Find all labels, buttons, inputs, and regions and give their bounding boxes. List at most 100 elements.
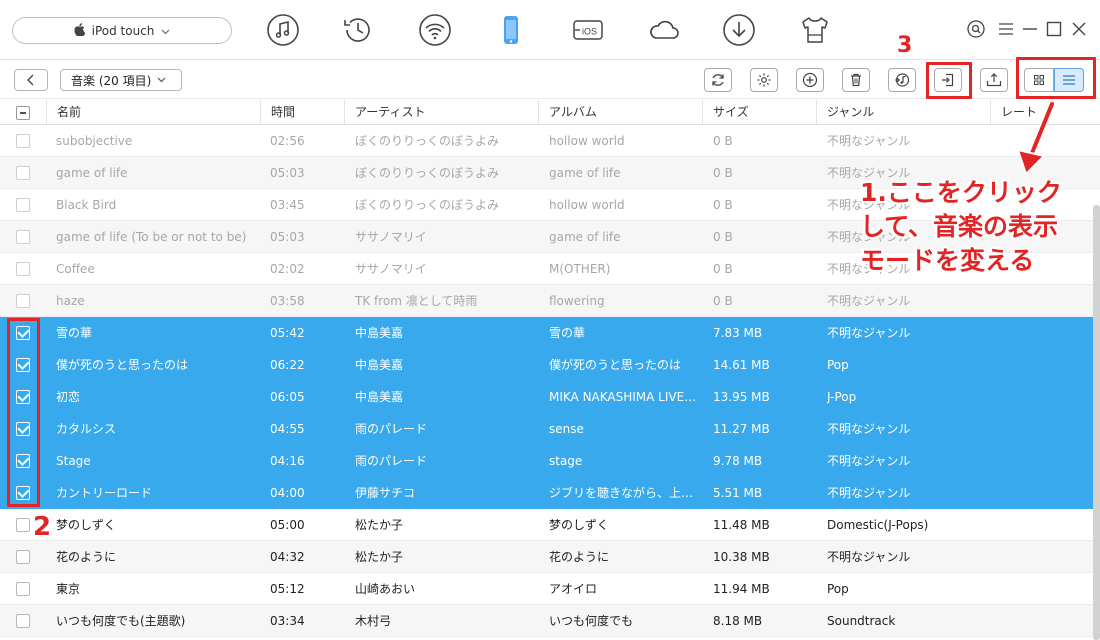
column-header-artist[interactable]: アーティスト [344,100,538,125]
row-checkbox[interactable] [16,390,30,404]
row-checkbox[interactable] [16,358,30,372]
table-row[interactable]: いつも何度でも(主題歌) 03:34 木村弓 いつも何度でも 8.18 MB Soundt… [0,605,1100,637]
row-checkbox[interactable] [16,198,30,212]
cell-genre: 不明なジャンル [827,134,911,148]
device-selector[interactable]: iPod touch [12,17,232,44]
cell-genre: 不明なジャンル [827,486,911,500]
table-row[interactable]: haze 03:58 TK from 凛として時雨 flowering 0 B 不明なジャ… [0,285,1100,317]
category-selector[interactable]: 音楽 (20 項目) [60,69,182,91]
column-header-genre[interactable]: ジャンル [816,100,990,125]
column-header-time[interactable]: 時間 [260,100,344,125]
table-row[interactable]: 僕が死のうと思ったのは 06:22 中島美嘉 僕が死のうと思ったのは 14.61 MB P… [0,349,1100,381]
table-row[interactable]: 梦のしずく 05:00 松たか子 梦のしずく 11.48 MB Domestic(J-Po… [0,509,1100,541]
ios-icon[interactable]: iOS [570,12,606,48]
cell-album: 雪の華 [549,326,586,340]
settings-button[interactable] [750,68,778,92]
category-label: 音楽 (20 項目) [71,73,152,88]
maximize-icon[interactable] [1045,20,1063,38]
table-row[interactable]: 東京 05:12 山崎あおい アオイロ 11.94 MB Pop [0,573,1100,605]
cell-name: Coffee [56,262,95,276]
music-icon[interactable] [265,12,301,48]
table-row[interactable]: 初恋 06:05 中島美嘉 MIKA NAKASHIMA LIVE I... 13.95… [0,381,1100,413]
cell-artist: TK from 凛として時雨 [355,294,478,308]
cell-name: Black Bird [56,198,117,212]
delete-button[interactable] [842,68,870,92]
row-checkbox[interactable] [16,134,30,148]
cell-album: stage [549,454,583,468]
minimize-icon[interactable] [1021,20,1039,38]
cell-genre: Pop [827,358,849,372]
row-checkbox[interactable] [16,166,30,180]
cell-size: 10.38 MB [713,550,770,564]
cell-album: 花のように [549,550,610,564]
table-row[interactable]: Stage 04:16 雨のパレード stage 9.78 MB 不明なジャンル [0,445,1100,477]
cell-album: M(OTHER) [549,262,611,276]
cell-name: カタルシス [56,422,117,436]
cell-time: 05:03 [270,166,305,180]
row-checkbox[interactable] [16,582,30,596]
export-to-itunes-button[interactable] [888,68,916,92]
row-checkbox[interactable] [16,550,30,564]
table-row[interactable]: 花のように 04:32 松たか子 花のように 10.38 MB 不明なジャンル [0,541,1100,573]
table-row[interactable]: 雪の華 05:42 中島美嘉 雪の華 7.83 MB 不明なジャンル [0,317,1100,349]
cell-album: 僕が死のうと思ったのは [549,358,682,372]
import-button[interactable] [980,68,1008,92]
row-checkbox[interactable] [16,614,30,628]
cell-genre: 不明なジャンル [827,422,911,436]
cell-artist: 松たか子 [355,518,404,532]
phone-icon[interactable] [493,12,529,48]
table-row[interactable]: subobjective 02:56 ぼくのりりっくのぼうよみ hollow worl… [0,125,1100,157]
cloud-icon[interactable] [646,12,682,48]
history-icon[interactable] [340,12,376,48]
gear-icon [757,73,771,87]
grid-view-button[interactable] [1024,68,1054,92]
cell-name: カントリーロード [56,486,153,500]
cell-name: 花のように [56,550,117,564]
annotation-step-1: 1.ここをクリック して、音楽の表示 モードを変える [860,178,1062,275]
row-checkbox[interactable] [16,422,30,436]
cell-time: 03:34 [270,614,305,628]
scrollbar[interactable] [1093,205,1100,640]
export-icon [942,73,954,87]
row-checkbox[interactable] [16,230,30,244]
close-icon[interactable] [1070,20,1088,38]
download-icon[interactable] [721,12,757,48]
cell-name: 雪の華 [56,326,93,340]
cell-time: 06:22 [270,358,305,372]
cell-genre: 不明なジャンル [827,326,911,340]
wifi-icon[interactable] [417,12,453,48]
row-checkbox[interactable] [16,454,30,468]
cell-time: 05:00 [270,518,305,532]
cell-size: 0 B [713,166,733,180]
export-to-pc-button[interactable] [934,68,962,92]
cell-artist: 山崎あおい [355,582,416,596]
cell-artist: 雨のパレード [355,454,428,468]
table-row[interactable]: カタルシス 04:55 雨のパレード sense 11.27 MB 不明なジャンル [0,413,1100,445]
search-icon[interactable] [967,20,985,38]
annotation-step-3: 3 [897,33,913,58]
cell-size: 11.94 MB [713,582,770,596]
table-row[interactable]: カントリーロード 04:00 伊藤サチコ ジブリを聴きながら、上を向い... 5.51 … [0,477,1100,509]
row-checkbox[interactable] [16,518,30,532]
column-header-name[interactable]: 名前 [46,100,260,125]
shirt-icon[interactable] [797,12,833,48]
cell-album: game of life [549,230,621,244]
refresh-button[interactable] [704,68,732,92]
row-checkbox[interactable] [16,294,30,308]
column-header-rating[interactable]: レート [990,100,1100,125]
list-view-button[interactable] [1054,68,1084,92]
add-button[interactable] [796,68,824,92]
cell-artist: ササノマリイ [355,262,427,276]
menu-icon[interactable] [997,20,1015,38]
back-button[interactable] [14,69,48,91]
cell-album: ジブリを聴きながら、上を向い... [549,486,699,500]
row-checkbox[interactable] [16,262,30,276]
upload-tray-icon [986,73,1002,87]
row-checkbox[interactable] [16,326,30,340]
row-checkbox[interactable] [16,486,30,500]
select-all-checkbox[interactable] [16,106,30,120]
cell-size: 0 B [713,262,733,276]
table-header: 名前 時間 アーティスト アルバム サイズ ジャンル レート [0,100,1100,125]
column-header-album[interactable]: アルバム [538,100,702,125]
column-header-size[interactable]: サイズ [702,100,816,125]
